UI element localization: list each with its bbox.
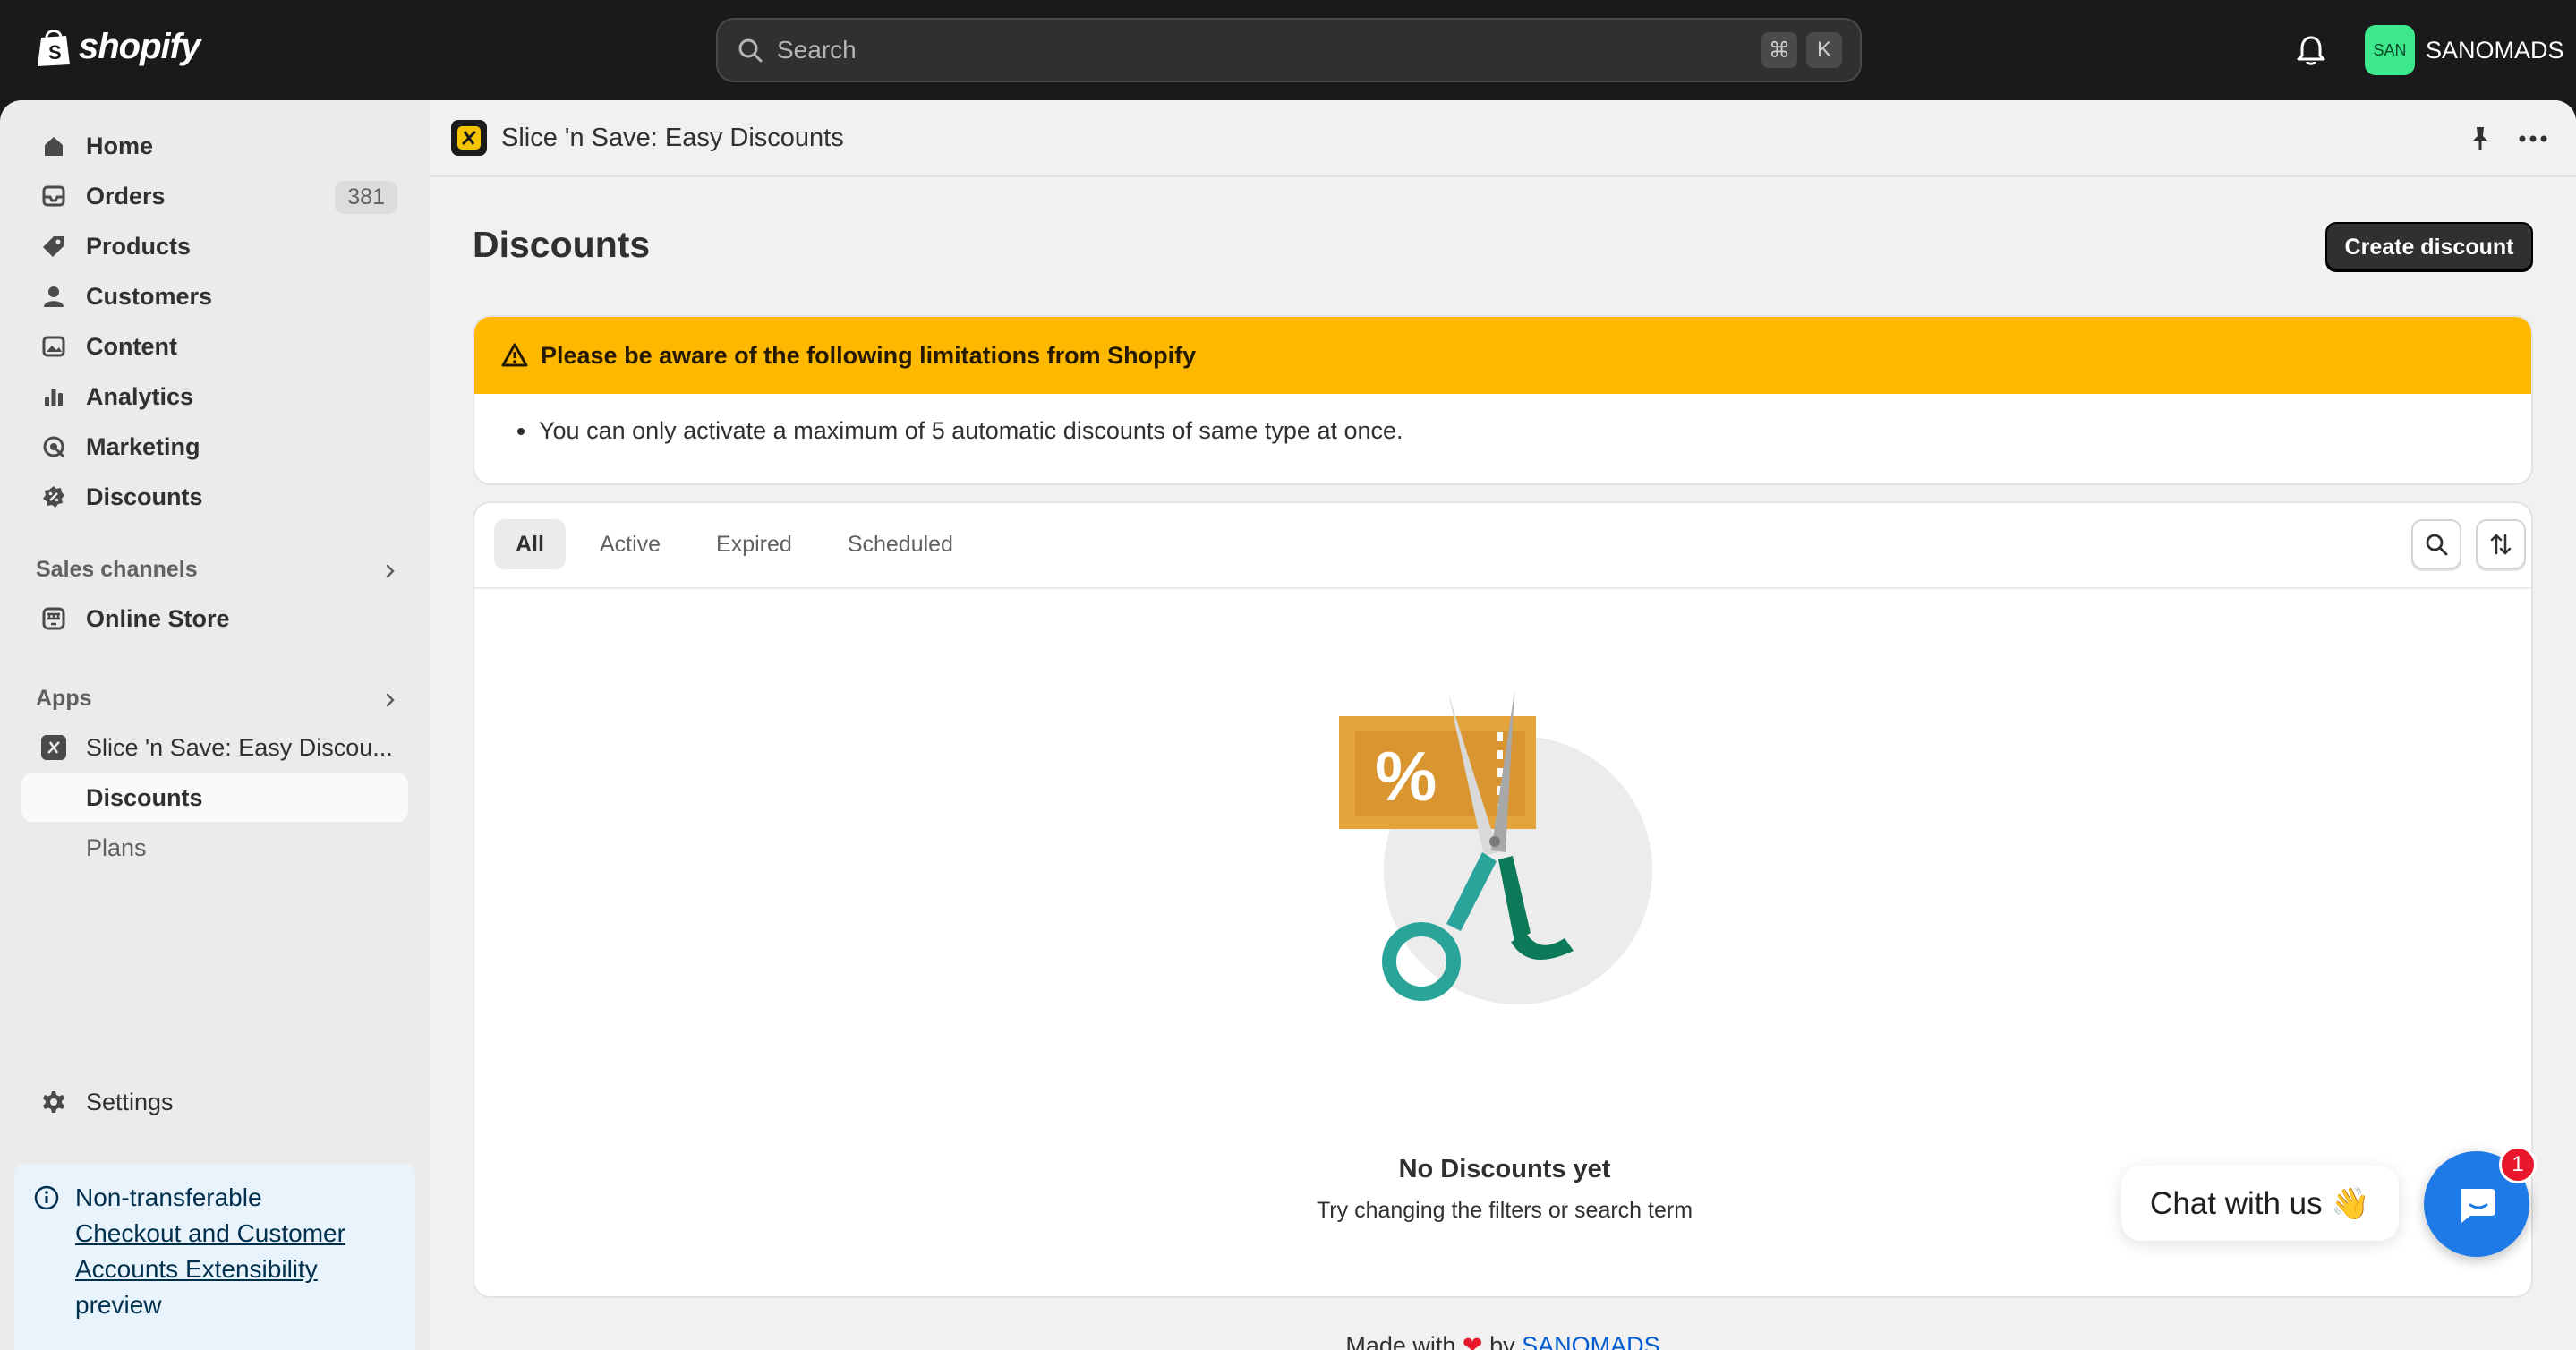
- admin-frame: Home Orders 381 Products Customers Conte…: [0, 100, 2576, 1350]
- sidebar-subitem-plans[interactable]: Plans: [21, 824, 408, 872]
- shortcut-k-key: K: [1806, 32, 1842, 68]
- inbox-icon: [39, 182, 68, 210]
- app-icon: [39, 733, 68, 762]
- sidebar-item-label: Orders: [86, 182, 166, 209]
- svg-text:S: S: [48, 41, 62, 64]
- sidebar: Home Orders 381 Products Customers Conte…: [0, 100, 430, 1350]
- sidebar-subitem-discounts[interactable]: Discounts: [21, 773, 408, 822]
- sidebar-item-products[interactable]: Products: [21, 224, 408, 269]
- discount-icon: [39, 483, 68, 511]
- bell-icon[interactable]: [2293, 32, 2329, 68]
- sidebar-item-discounts[interactable]: Discounts: [21, 474, 408, 519]
- footer-credit: Made with ❤ by SANOMADS: [430, 1332, 2576, 1350]
- chevron-right-icon[interactable]: [380, 689, 401, 711]
- info-icon: [34, 1185, 59, 1210]
- store-menu[interactable]: SAN SANOMADS: [2365, 25, 2564, 75]
- person-icon: [39, 282, 68, 311]
- sidebar-item-label: Products: [86, 232, 192, 260]
- tag-icon: [39, 232, 68, 261]
- chat-prompt[interactable]: Chat with us 👋: [2121, 1166, 2399, 1241]
- chat-bubble-icon: [2461, 1189, 2495, 1223]
- tabs-divider: [474, 587, 2531, 589]
- sidebar-item-analytics[interactable]: Analytics: [21, 374, 408, 419]
- chevron-right-icon[interactable]: [380, 560, 401, 582]
- sidebar-item-label: Marketing: [86, 432, 200, 460]
- sidebar-item-marketing[interactable]: Marketing: [21, 424, 408, 469]
- top-bar: S shopify Search ⌘ K SAN SANOMADS: [0, 0, 2576, 100]
- app-logo-icon: [451, 120, 487, 156]
- banner-bullet-text: You can only activate a maximum of 5 aut…: [539, 417, 1403, 444]
- shortcut-cmd-key: ⌘: [1761, 32, 1797, 68]
- banner-header: Please be aware of the following limitat…: [474, 317, 2531, 394]
- main-content: Slice 'n Save: Easy Discounts Discounts …: [430, 100, 2576, 1350]
- footer-by: by: [1489, 1332, 1515, 1350]
- search-icon: [738, 38, 763, 63]
- limitations-banner: Please be aware of the following limitat…: [473, 315, 2533, 485]
- shopify-logo[interactable]: S shopify: [34, 25, 200, 68]
- heart-icon: ❤: [1462, 1332, 1483, 1350]
- more-options-icon[interactable]: [2515, 124, 2551, 154]
- store-name: SANOMADS: [2426, 36, 2564, 64]
- filter-tabs: All Active Expired Scheduled: [494, 519, 975, 569]
- chat-notification-badge: 1: [2499, 1146, 2537, 1183]
- extensibility-notice: Non-transferable Checkout and Customer A…: [14, 1164, 415, 1350]
- tab-active[interactable]: Active: [578, 519, 682, 569]
- image-icon: [39, 332, 68, 361]
- bar-chart-icon: [39, 382, 68, 411]
- gear-icon: [39, 1088, 68, 1116]
- sidebar-item-slice-n-save[interactable]: Slice 'n Save: Easy Discou...: [21, 725, 408, 770]
- sort-icon: [2490, 534, 2512, 555]
- orders-count-badge: 381: [335, 181, 397, 214]
- search-input[interactable]: Search ⌘ K: [716, 18, 1862, 82]
- sidebar-item-content[interactable]: Content: [21, 324, 408, 369]
- notice-line-1: Non-transferable: [75, 1183, 262, 1211]
- target-icon: [39, 432, 68, 461]
- warning-icon: [501, 343, 528, 367]
- sidebar-item-settings[interactable]: Settings: [21, 1080, 408, 1124]
- pin-icon[interactable]: [2465, 124, 2495, 154]
- create-discount-button[interactable]: Create discount: [2325, 222, 2533, 272]
- banner-title: Please be aware of the following limitat…: [541, 341, 1197, 369]
- page-title: Discounts: [473, 224, 651, 265]
- home-icon: [39, 132, 68, 160]
- app-header: Slice 'n Save: Easy Discounts: [430, 100, 2576, 177]
- sidebar-item-orders[interactable]: Orders 381: [21, 174, 408, 218]
- search-filter-button[interactable]: [2411, 519, 2461, 569]
- tab-scheduled[interactable]: Scheduled: [826, 519, 975, 569]
- sales-channels-heading[interactable]: Sales channels: [36, 557, 198, 583]
- scissors-coupon-illustration: %: [1339, 691, 1652, 1004]
- bullet-dot: [517, 427, 525, 435]
- shopify-bag-icon: S: [38, 30, 70, 66]
- footer-brand-link[interactable]: SANOMADS: [1522, 1332, 1660, 1350]
- sidebar-item-label: Home: [86, 132, 154, 159]
- sidebar-item-home[interactable]: Home: [21, 124, 408, 168]
- avatar: SAN: [2365, 25, 2415, 75]
- sidebar-item-label: Discounts: [86, 483, 203, 510]
- tab-all[interactable]: All: [494, 519, 566, 569]
- sidebar-item-customers[interactable]: Customers: [21, 274, 408, 319]
- search-placeholder: Search: [777, 36, 857, 64]
- notice-link[interactable]: Checkout and Customer Accounts Extensibi…: [75, 1216, 397, 1287]
- sidebar-item-label: Slice 'n Save: Easy Discou...: [86, 733, 393, 761]
- sidebar-item-label: Online Store: [86, 604, 230, 632]
- sidebar-item-online-store[interactable]: Online Store: [21, 596, 408, 641]
- search-icon: [2426, 534, 2448, 556]
- sidebar-item-label: Analytics: [86, 382, 194, 410]
- tab-expired[interactable]: Expired: [695, 519, 814, 569]
- sidebar-item-label: Content: [86, 332, 177, 360]
- store-icon: [39, 604, 68, 633]
- footer-prefix: Made with: [1345, 1332, 1456, 1350]
- sidebar-item-label: Customers: [86, 282, 213, 310]
- logo-wordmark: shopify: [79, 26, 200, 66]
- apps-heading[interactable]: Apps: [36, 686, 92, 712]
- app-title: Slice 'n Save: Easy Discounts: [501, 124, 844, 152]
- banner-body: You can only activate a maximum of 5 aut…: [474, 394, 2531, 445]
- percent-symbol: %: [1375, 737, 1437, 816]
- sort-button[interactable]: [2476, 519, 2526, 569]
- sidebar-item-label: Settings: [86, 1088, 174, 1115]
- notice-line-3: preview: [75, 1291, 162, 1319]
